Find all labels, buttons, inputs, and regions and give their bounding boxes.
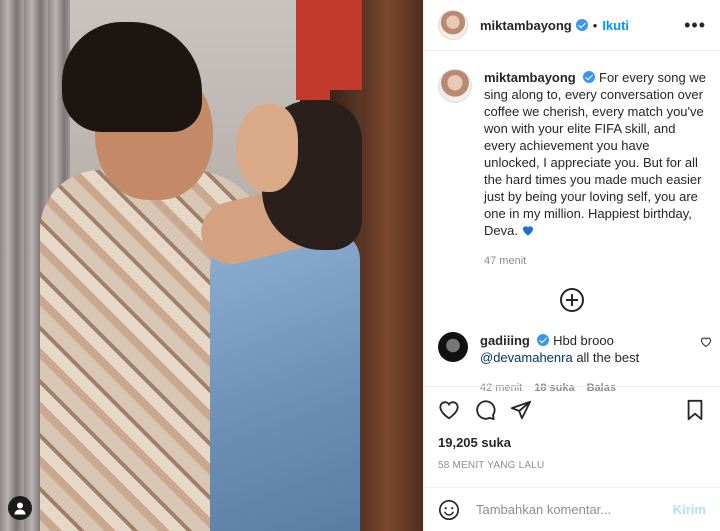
separator-dot: • [592,17,598,33]
likes-count[interactable]: 19,205 suka [438,435,706,450]
emoji-icon[interactable] [438,499,460,521]
user-icon [14,502,26,515]
caption: miktambayong For every song we sing alon… [424,51,720,270]
post-side-panel: miktambayong • Ikuti ••• miktambayong Fo… [423,0,720,531]
comment-username[interactable]: gadiiing [480,333,530,348]
comment-text-2: all the best [572,350,640,365]
like-heart-icon[interactable] [438,399,460,421]
comment-mention-link[interactable]: @devamahenra [480,350,573,365]
share-icon[interactable] [510,399,532,421]
more-options-icon[interactable]: ••• [684,15,706,36]
load-more-comments [424,288,720,312]
comment-composer: Kirim [424,487,720,531]
post-actions: 19,205 suka 58 MENIT YANG LALU [424,386,720,471]
photo-red-wall [296,0,364,100]
comment-like-heart-icon[interactable] [700,336,712,348]
photo-woman-jacket [210,230,360,531]
caption-text: For every song we sing along to, every c… [484,70,706,238]
action-icons [438,399,706,421]
verified-badge-icon [575,19,588,31]
photo-woman-face [236,104,298,192]
author-username[interactable]: miktambayong [480,18,572,33]
comment-avatar[interactable] [438,332,468,362]
caption-username[interactable]: miktambayong [484,70,576,85]
load-more-plus-icon[interactable] [560,288,584,312]
comment-input[interactable] [474,501,673,518]
caption-body: miktambayong For every song we sing alon… [484,69,706,270]
follow-button[interactable]: Ikuti [602,18,629,33]
photo-door [362,0,423,531]
comment-icon[interactable] [474,399,496,421]
author-avatar[interactable] [438,10,468,40]
send-comment-button[interactable]: Kirim [673,502,706,517]
post-header: miktambayong • Ikuti ••• [424,0,720,51]
post-timestamp[interactable]: 58 MENIT YANG LALU [438,460,706,471]
comment-item: gadiiing Hbd brooo @devamahenra all the … [424,312,720,397]
comment-verified-badge-icon [537,334,550,346]
post-photo[interactable] [0,0,423,531]
comment-text: Hbd brooo [553,333,614,348]
blue-heart-emoji-icon [522,226,533,236]
tagged-user-button[interactable] [8,496,32,520]
caption-time[interactable]: 47 menit [484,253,706,270]
save-bookmark-icon[interactable] [684,399,706,421]
post-viewer: miktambayong • Ikuti ••• miktambayong Fo… [0,0,720,531]
caption-verified-badge-icon [583,71,596,83]
caption-author-avatar[interactable] [438,69,472,103]
